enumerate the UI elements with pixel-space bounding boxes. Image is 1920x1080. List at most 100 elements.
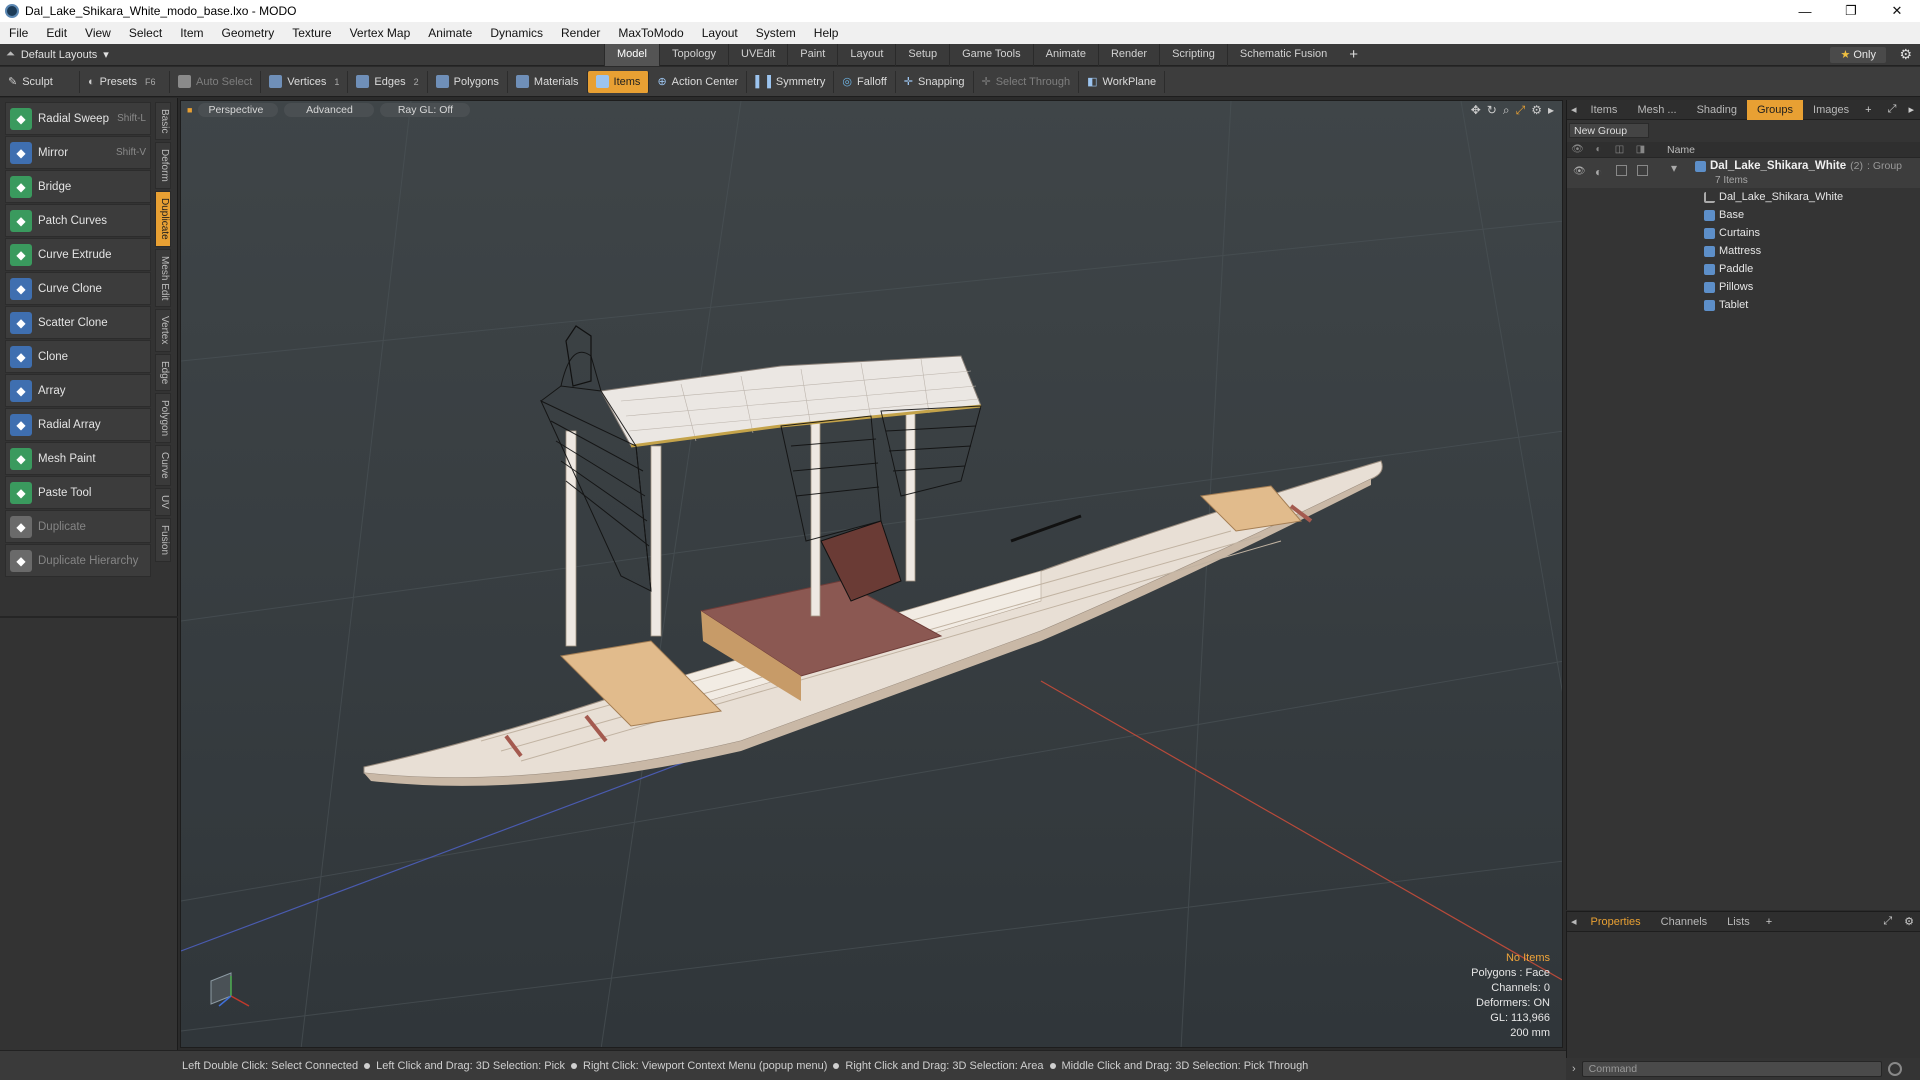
add-tab-button[interactable]: + <box>1339 44 1368 66</box>
group-child-row[interactable]: Paddle <box>1567 260 1920 278</box>
menu-vertex-map[interactable]: Vertex Map <box>341 26 420 40</box>
vtab-mesh-edit[interactable]: Mesh Edit <box>155 248 171 308</box>
vtab-uv[interactable]: UV <box>155 487 171 516</box>
viewport-expand-icon[interactable]: ▸ <box>1548 103 1554 118</box>
tool-patch-curves[interactable]: ◆ Patch Curves <box>5 204 151 237</box>
menu-file[interactable]: File <box>0 26 37 40</box>
tab-images[interactable]: Images <box>1803 100 1859 120</box>
workplane-button[interactable]: ◧ WorkPlane <box>1079 70 1166 93</box>
gear-icon[interactable]: ⚙ <box>1899 46 1912 63</box>
menu-render[interactable]: Render <box>552 26 609 40</box>
close-button[interactable]: ✕ <box>1874 0 1920 22</box>
name-column-header[interactable]: Name <box>1667 144 1695 156</box>
menu-help[interactable]: Help <box>805 26 848 40</box>
default-layouts-dropdown[interactable]: ⏶ Default Layouts ▾ <box>0 48 117 61</box>
vtab-polygon[interactable]: Polygon <box>155 393 171 444</box>
group-child-row[interactable]: Mattress <box>1567 242 1920 260</box>
tool-bridge[interactable]: ◆ Bridge <box>5 170 151 203</box>
tool-curve-clone[interactable]: ◆ Curve Clone <box>5 272 151 305</box>
tab-model[interactable]: Model <box>604 44 659 66</box>
action-center-button[interactable]: ⊕ Action Center <box>649 70 748 93</box>
menu-select[interactable]: Select <box>120 26 171 40</box>
tab-mesh[interactable]: Mesh ... <box>1627 100 1686 120</box>
tab-setup[interactable]: Setup <box>895 44 949 66</box>
presets-button[interactable]: ◐ Presets F6 <box>80 70 170 93</box>
menu-view[interactable]: View <box>76 26 120 40</box>
snapping-button[interactable]: ✛ Snapping <box>896 70 974 93</box>
tool-clone[interactable]: ◆ Clone <box>5 340 151 373</box>
eye-icon[interactable]: 👁 <box>1573 166 1586 177</box>
raygl-button[interactable]: Ray GL: Off <box>380 103 471 117</box>
3d-viewport[interactable]: ■ Perspective Advanced Ray GL: Off ✥ ↻ ⌕… <box>180 100 1563 1048</box>
tab-schematic-fusion[interactable]: Schematic Fusion <box>1226 44 1339 66</box>
perspective-button[interactable]: Perspective <box>198 103 279 117</box>
select-toggle-icon[interactable] <box>1637 165 1648 176</box>
add-props-tab-button[interactable]: + <box>1760 916 1778 928</box>
sculpt-button[interactable]: ✎ Sculpt <box>0 70 80 93</box>
advanced-button[interactable]: Advanced <box>284 103 375 117</box>
tab-lists[interactable]: Lists <box>1717 912 1760 932</box>
items-button[interactable]: Items <box>587 70 650 93</box>
tool-radial-array[interactable]: ◆ Radial Array <box>5 408 151 441</box>
tab-shading[interactable]: Shading <box>1687 100 1747 120</box>
menu-item[interactable]: Item <box>171 26 212 40</box>
tool-array[interactable]: ◆ Array <box>5 374 151 407</box>
tool-mirror[interactable]: ◆ Mirror Shift-V <box>5 136 151 169</box>
expand-arrow-icon[interactable]: ▾ <box>1671 161 1677 175</box>
tab-channels[interactable]: Channels <box>1651 912 1717 932</box>
falloff-button[interactable]: ◎ Falloff <box>834 70 896 93</box>
vtab-duplicate[interactable]: Duplicate <box>155 191 171 247</box>
group-child-row[interactable]: Pillows <box>1567 278 1920 296</box>
vtab-fusion[interactable]: Fusion <box>155 517 171 562</box>
select-through-button[interactable]: ✛ Select Through <box>974 70 1080 93</box>
vtab-basic[interactable]: Basic <box>155 102 171 141</box>
tab-properties[interactable]: Properties <box>1581 912 1651 932</box>
menu-layout[interactable]: Layout <box>693 26 747 40</box>
tab-paint[interactable]: Paint <box>787 44 837 66</box>
render-toggle-icon[interactable]: ◐ <box>1595 165 1602 179</box>
tab-topology[interactable]: Topology <box>658 44 728 66</box>
properties-menu-icon[interactable]: ◂ <box>1567 912 1581 932</box>
auto-select-button[interactable]: Auto Select <box>170 70 262 93</box>
vtab-curve[interactable]: Curve <box>155 445 171 486</box>
group-child-row[interactable]: Dal_Lake_Shikara_White <box>1567 188 1920 206</box>
only-toggle[interactable]: ★ Only <box>1830 47 1886 63</box>
move-view-icon[interactable]: ✥ <box>1471 103 1481 118</box>
panel-expand-icon[interactable]: ⤢ <box>1882 103 1903 116</box>
tool-curve-extrude[interactable]: ◆ Curve Extrude <box>5 238 151 271</box>
rotate-view-icon[interactable]: ↻ <box>1487 103 1497 118</box>
tab-layout[interactable]: Layout <box>837 44 895 66</box>
vtab-vertex[interactable]: Vertex <box>155 309 171 352</box>
tab-game-tools[interactable]: Game Tools <box>949 44 1033 66</box>
menu-maxtomodo[interactable]: MaxToModo <box>609 26 692 40</box>
tab-uvedit[interactable]: UVEdit <box>728 44 787 66</box>
panel-menu-icon[interactable]: ◂ <box>1567 100 1581 120</box>
tool-duplicate-hierarchy[interactable]: ◆ Duplicate Hierarchy <box>5 544 151 577</box>
menu-edit[interactable]: Edit <box>37 26 76 40</box>
viewport-settings-icon[interactable]: ⚙ <box>1531 103 1542 118</box>
props-expand-icon[interactable]: ⤢ <box>1877 915 1898 928</box>
panel-arrow-icon[interactable]: ▸ <box>1902 103 1920 116</box>
materials-button[interactable]: Materials <box>508 70 588 93</box>
menu-dynamics[interactable]: Dynamics <box>481 26 552 40</box>
props-settings-icon[interactable]: ⚙ <box>1898 915 1920 928</box>
tab-render[interactable]: Render <box>1097 44 1159 66</box>
tool-paste-tool[interactable]: ◆ Paste Tool <box>5 476 151 509</box>
zoom-view-icon[interactable]: ⌕ <box>1503 103 1510 118</box>
tab-animate[interactable]: Animate <box>1032 44 1098 66</box>
polygons-button[interactable]: Polygons <box>428 70 508 93</box>
menu-system[interactable]: System <box>747 26 805 40</box>
tool-mesh-paint[interactable]: ◆ Mesh Paint <box>5 442 151 475</box>
group-child-row[interactable]: Curtains <box>1567 224 1920 242</box>
tab-items[interactable]: Items <box>1581 100 1628 120</box>
group-child-row[interactable]: Tablet <box>1567 296 1920 314</box>
tool-radial-sweep[interactable]: ◆ Radial Sweep Shift-L <box>5 102 151 135</box>
new-group-button[interactable]: New Group <box>1569 123 1649 138</box>
record-macro-icon[interactable] <box>1887 1062 1902 1076</box>
menu-geometry[interactable]: Geometry <box>213 26 284 40</box>
menu-animate[interactable]: Animate <box>419 26 481 40</box>
tab-scripting[interactable]: Scripting <box>1159 44 1227 66</box>
symmetry-button[interactable]: ▌▐ Symmetry <box>747 70 835 93</box>
tool-scatter-clone[interactable]: ◆ Scatter Clone <box>5 306 151 339</box>
command-input[interactable]: Command <box>1581 1061 1882 1077</box>
